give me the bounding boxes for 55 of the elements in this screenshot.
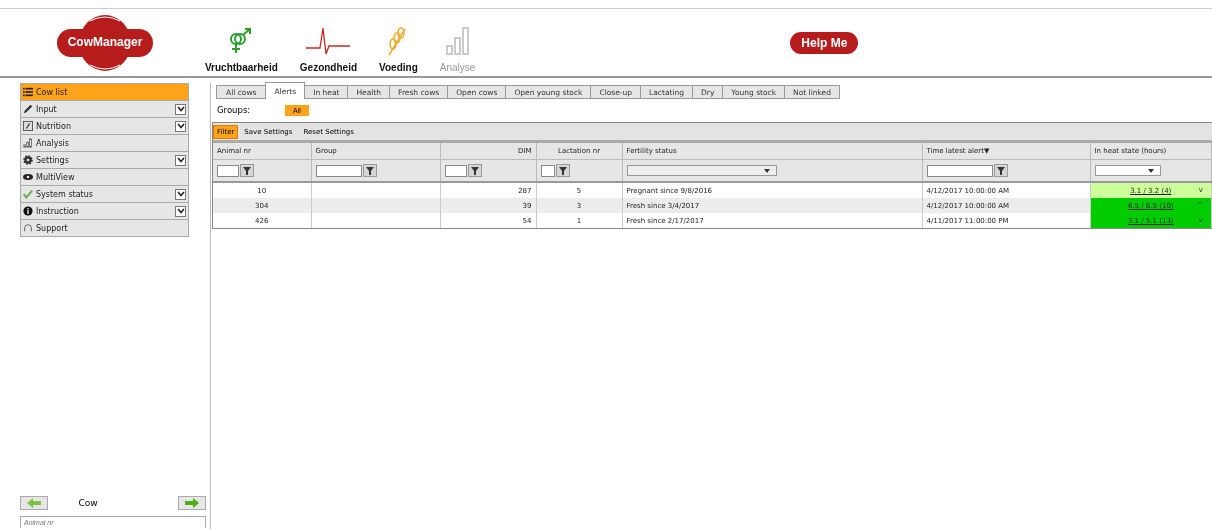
logo-icon [55, 12, 155, 73]
filter-dropdown[interactable] [626, 165, 777, 176]
note-icon [23, 121, 33, 131]
expand-icon[interactable] [175, 188, 186, 200]
logo-text: CowManager [66, 34, 144, 49]
eye-icon [23, 172, 33, 182]
filter-field[interactable] [444, 164, 467, 177]
headset-icon [23, 223, 33, 233]
filter-button[interactable] [240, 164, 254, 177]
caret-icon [1147, 168, 1154, 173]
arrow-left-icon [27, 498, 41, 508]
check-icon [23, 189, 33, 199]
expand-icon[interactable] [175, 154, 186, 166]
filter-field[interactable] [926, 164, 993, 177]
filter-field[interactable] [217, 164, 239, 177]
sidebar-item[interactable]: Input [21, 101, 188, 118]
sidebar-item[interactable]: Cow list [21, 84, 188, 101]
module-link[interactable]: Voeding [379, 61, 418, 73]
help-button[interactable]: Help Me [790, 31, 859, 54]
sidebar-item[interactable]: Support [21, 220, 188, 236]
bar-chart-icon [23, 138, 33, 148]
sidebar-item[interactable]: Analysis [21, 135, 188, 152]
module-link[interactable]: Vruchtbaarheid [205, 61, 278, 73]
next-button[interactable] [178, 496, 206, 510]
filter-button[interactable] [555, 164, 570, 177]
expand-icon[interactable] [175, 120, 186, 132]
filter-icon [996, 166, 1005, 175]
filter-button[interactable] [993, 164, 1008, 177]
list-icon [23, 87, 33, 97]
gear-icon [23, 155, 33, 165]
sidebar-item[interactable]: Instruction [21, 203, 188, 220]
groups-label: Groups: [217, 105, 252, 115]
heartbeat-icon[interactable] [306, 25, 351, 56]
expand-icon[interactable] [175, 205, 186, 217]
arrow-right-icon [185, 498, 199, 508]
sidebar-item[interactable]: Nutrition [21, 118, 188, 135]
module-link[interactable]: Gezondheid [299, 61, 358, 73]
filter-button[interactable] [467, 164, 482, 177]
filter-icon [470, 166, 479, 175]
caret-icon [763, 168, 770, 173]
filter-icon [365, 166, 374, 175]
sidebar-item[interactable]: Settings [21, 152, 188, 169]
filter-field[interactable] [540, 164, 555, 177]
expand-icon[interactable] [175, 103, 186, 115]
info-icon [23, 206, 33, 216]
filter-button[interactable] [362, 164, 377, 177]
filter-icon [558, 166, 567, 175]
filter-dropdown[interactable] [1094, 165, 1161, 176]
sidebar-item[interactable]: System status [21, 186, 188, 203]
pencil-icon [23, 104, 33, 114]
sidebar-item[interactable]: MultiView [21, 169, 188, 186]
navigator-title: Cow [78, 498, 98, 508]
previous-button[interactable] [20, 496, 48, 510]
filter-field[interactable] [315, 164, 362, 177]
filter-icon [243, 166, 251, 175]
